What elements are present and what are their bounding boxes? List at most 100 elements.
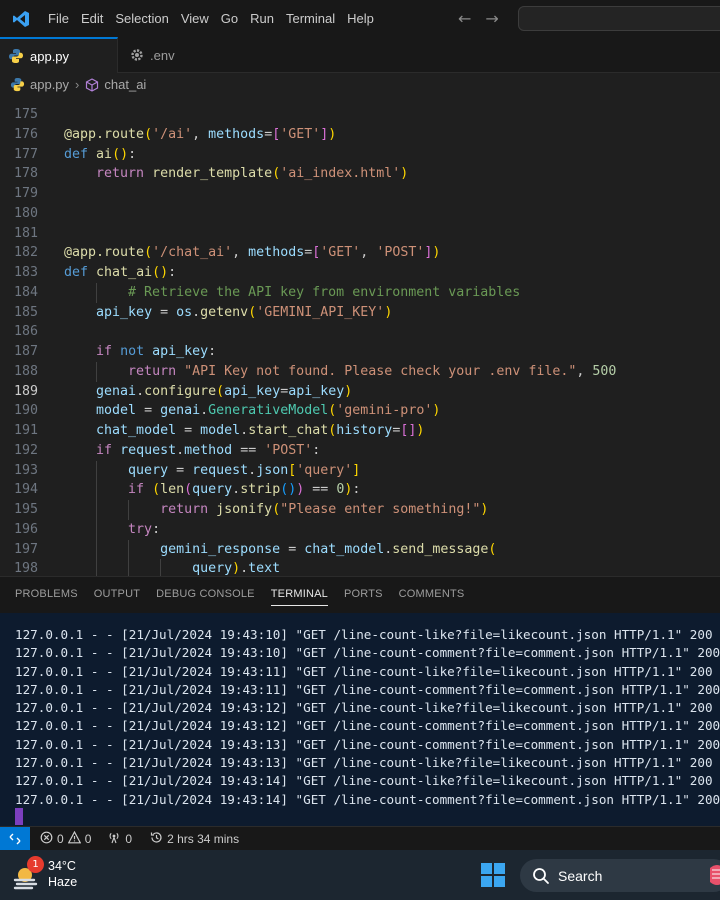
indent-guide: [96, 460, 97, 481]
terminal-line: 127.0.0.1 - - [21/Jul/2024 19:43:10] "GE…: [15, 645, 720, 661]
terminal-line: 127.0.0.1 - - [21/Jul/2024 19:43:13] "GE…: [15, 736, 720, 752]
code-text: # Retrieve the API key from environment …: [38, 282, 520, 303]
windows-start-icon[interactable]: [481, 863, 505, 887]
code-line: 179: [0, 184, 720, 204]
code-line: 175: [0, 105, 720, 125]
code-text: @app.route('/ai', methods=['GET']): [64, 126, 337, 142]
line-number: 176: [13, 126, 38, 142]
menu-run[interactable]: Run: [244, 0, 280, 37]
code-text: chat_model = model.start_chat(history=[]…: [96, 423, 425, 438]
indent-guide: [160, 559, 161, 576]
code-line: 183 def chat_ai():: [0, 263, 720, 283]
search-label: Search: [558, 867, 603, 884]
taskbar-search[interactable]: Search: [520, 859, 720, 892]
command-center-search[interactable]: [518, 6, 720, 31]
problems-status[interactable]: 0 0: [40, 830, 91, 847]
code-text: try:: [38, 519, 160, 540]
windows-taskbar: 1 34°C Haze Search: [0, 850, 720, 900]
breadcrumb-symbol[interactable]: chat_ai: [104, 77, 146, 92]
broadcast-icon: [107, 831, 121, 847]
chevron-right-icon: ›: [75, 77, 80, 92]
code-text: query).text: [38, 559, 280, 576]
time-status[interactable]: 2 hrs 34 mins: [150, 831, 239, 847]
back-arrow-icon[interactable]: ←: [458, 9, 471, 28]
code-editor[interactable]: 175 176 @app.route('/ai', methods=['GET'])…: [0, 96, 720, 576]
code-text: return "API Key not found. Please check …: [38, 361, 616, 382]
terminal-line: 127.0.0.1 - - [21/Jul/2024 19:43:14] "GE…: [15, 791, 720, 807]
tab-label: .env: [150, 47, 175, 63]
code-line: 191 chat_model = model.start_chat(histor…: [0, 421, 720, 441]
code-line: 187 if not api_key:: [0, 342, 720, 362]
tab-debug-console[interactable]: DEBUG CONSOLE: [148, 577, 263, 611]
panel-tabs: PROBLEMS OUTPUT DEBUG CONSOLE TERMINAL P…: [0, 577, 472, 611]
line-number: 183: [13, 265, 38, 280]
line-number: 175: [13, 107, 38, 122]
warning-icon: [67, 830, 81, 847]
tab-ports[interactable]: PORTS: [336, 577, 391, 611]
terminal[interactable]: 127.0.0.1 - - [21/Jul/2024 19:43:10] "GE…: [0, 613, 720, 827]
code-line: 180: [0, 204, 720, 224]
code-text: def ai():: [64, 146, 137, 162]
python-icon: [8, 48, 24, 64]
line-number: 178: [13, 166, 38, 182]
line-number: 193: [13, 462, 38, 478]
code-line: 198 query).text: [0, 559, 720, 576]
terminal-line: 127.0.0.1 - - [21/Jul/2024 19:43:12] "GE…: [15, 718, 720, 734]
menu-file[interactable]: File: [42, 0, 75, 37]
code-line: 190 model = genai.GenerativeModel('gemin…: [0, 401, 720, 421]
weather-widget[interactable]: 1 34°C Haze: [12, 856, 77, 896]
code-line: 176 @app.route('/ai', methods=['GET']): [0, 125, 720, 145]
terminal-line: 127.0.0.1 - - [21/Jul/2024 19:43:12] "GE…: [15, 700, 720, 716]
terminal-line: 127.0.0.1 - - [21/Jul/2024 19:43:14] "GE…: [15, 773, 720, 789]
status-bar: 0 0 0 2 hrs 34 mins: [0, 826, 720, 851]
indent-guide: [96, 559, 97, 576]
line-number: 187: [13, 344, 38, 359]
terminal-line: 127.0.0.1 - - [21/Jul/2024 19:43:11] "GE…: [15, 681, 720, 697]
menu-go[interactable]: Go: [215, 0, 244, 37]
line-number: 184: [13, 284, 38, 300]
breadcrumb: app.py › chat_ai: [0, 73, 720, 96]
terminal-cursor: [15, 808, 23, 825]
menu-selection[interactable]: Selection: [109, 0, 174, 37]
remote-indicator-icon[interactable]: [0, 826, 30, 851]
indent-guide: [128, 500, 129, 520]
tab-problems[interactable]: PROBLEMS: [7, 577, 86, 611]
code-line: 181: [0, 224, 720, 244]
bottom-panel: PROBLEMS OUTPUT DEBUG CONSOLE TERMINAL P…: [0, 576, 720, 827]
code-line: 188 return "API Key not found. Please ch…: [0, 361, 720, 382]
forward-arrow-icon[interactable]: →: [485, 9, 498, 28]
code-line: 185 api_key = os.getenv('GEMINI_API_KEY'…: [0, 303, 720, 323]
menu-edit[interactable]: Edit: [75, 0, 109, 37]
code-line: 195 return jsonify("Please enter somethi…: [0, 500, 720, 520]
code-line: 196 try:: [0, 519, 720, 540]
copilot-icon[interactable]: [706, 862, 720, 888]
tab-comments[interactable]: COMMENTS: [391, 577, 473, 611]
indent-guide: [96, 480, 97, 500]
code-text: genai.configure(api_key=api_key): [96, 383, 353, 399]
line-number: 195: [13, 502, 38, 517]
tab-env[interactable]: .env: [118, 37, 187, 73]
line-number: 198: [13, 561, 38, 576]
tab-terminal[interactable]: TERMINAL: [263, 577, 336, 611]
indent-guide: [128, 559, 129, 576]
line-number: 177: [13, 146, 38, 162]
time-label: 2 hrs 34 mins: [167, 831, 240, 846]
code-text: if not api_key:: [96, 344, 217, 359]
code-line: 192 if request.method == 'POST':: [0, 441, 720, 461]
gear-icon: [130, 48, 144, 62]
tab-output[interactable]: OUTPUT: [86, 577, 148, 611]
tab-app-py[interactable]: app.py: [0, 37, 118, 73]
line-number: 189: [13, 383, 38, 399]
menu-view[interactable]: View: [175, 0, 215, 37]
breadcrumb-file[interactable]: app.py: [30, 77, 69, 92]
menu-help[interactable]: Help: [341, 0, 380, 37]
menu-terminal[interactable]: Terminal: [280, 0, 341, 37]
ports-status[interactable]: 0: [107, 831, 132, 847]
line-number: 188: [13, 363, 38, 379]
code-text: return render_template('ai_index.html'): [96, 166, 409, 182]
code-text: if request.method == 'POST':: [96, 442, 321, 458]
